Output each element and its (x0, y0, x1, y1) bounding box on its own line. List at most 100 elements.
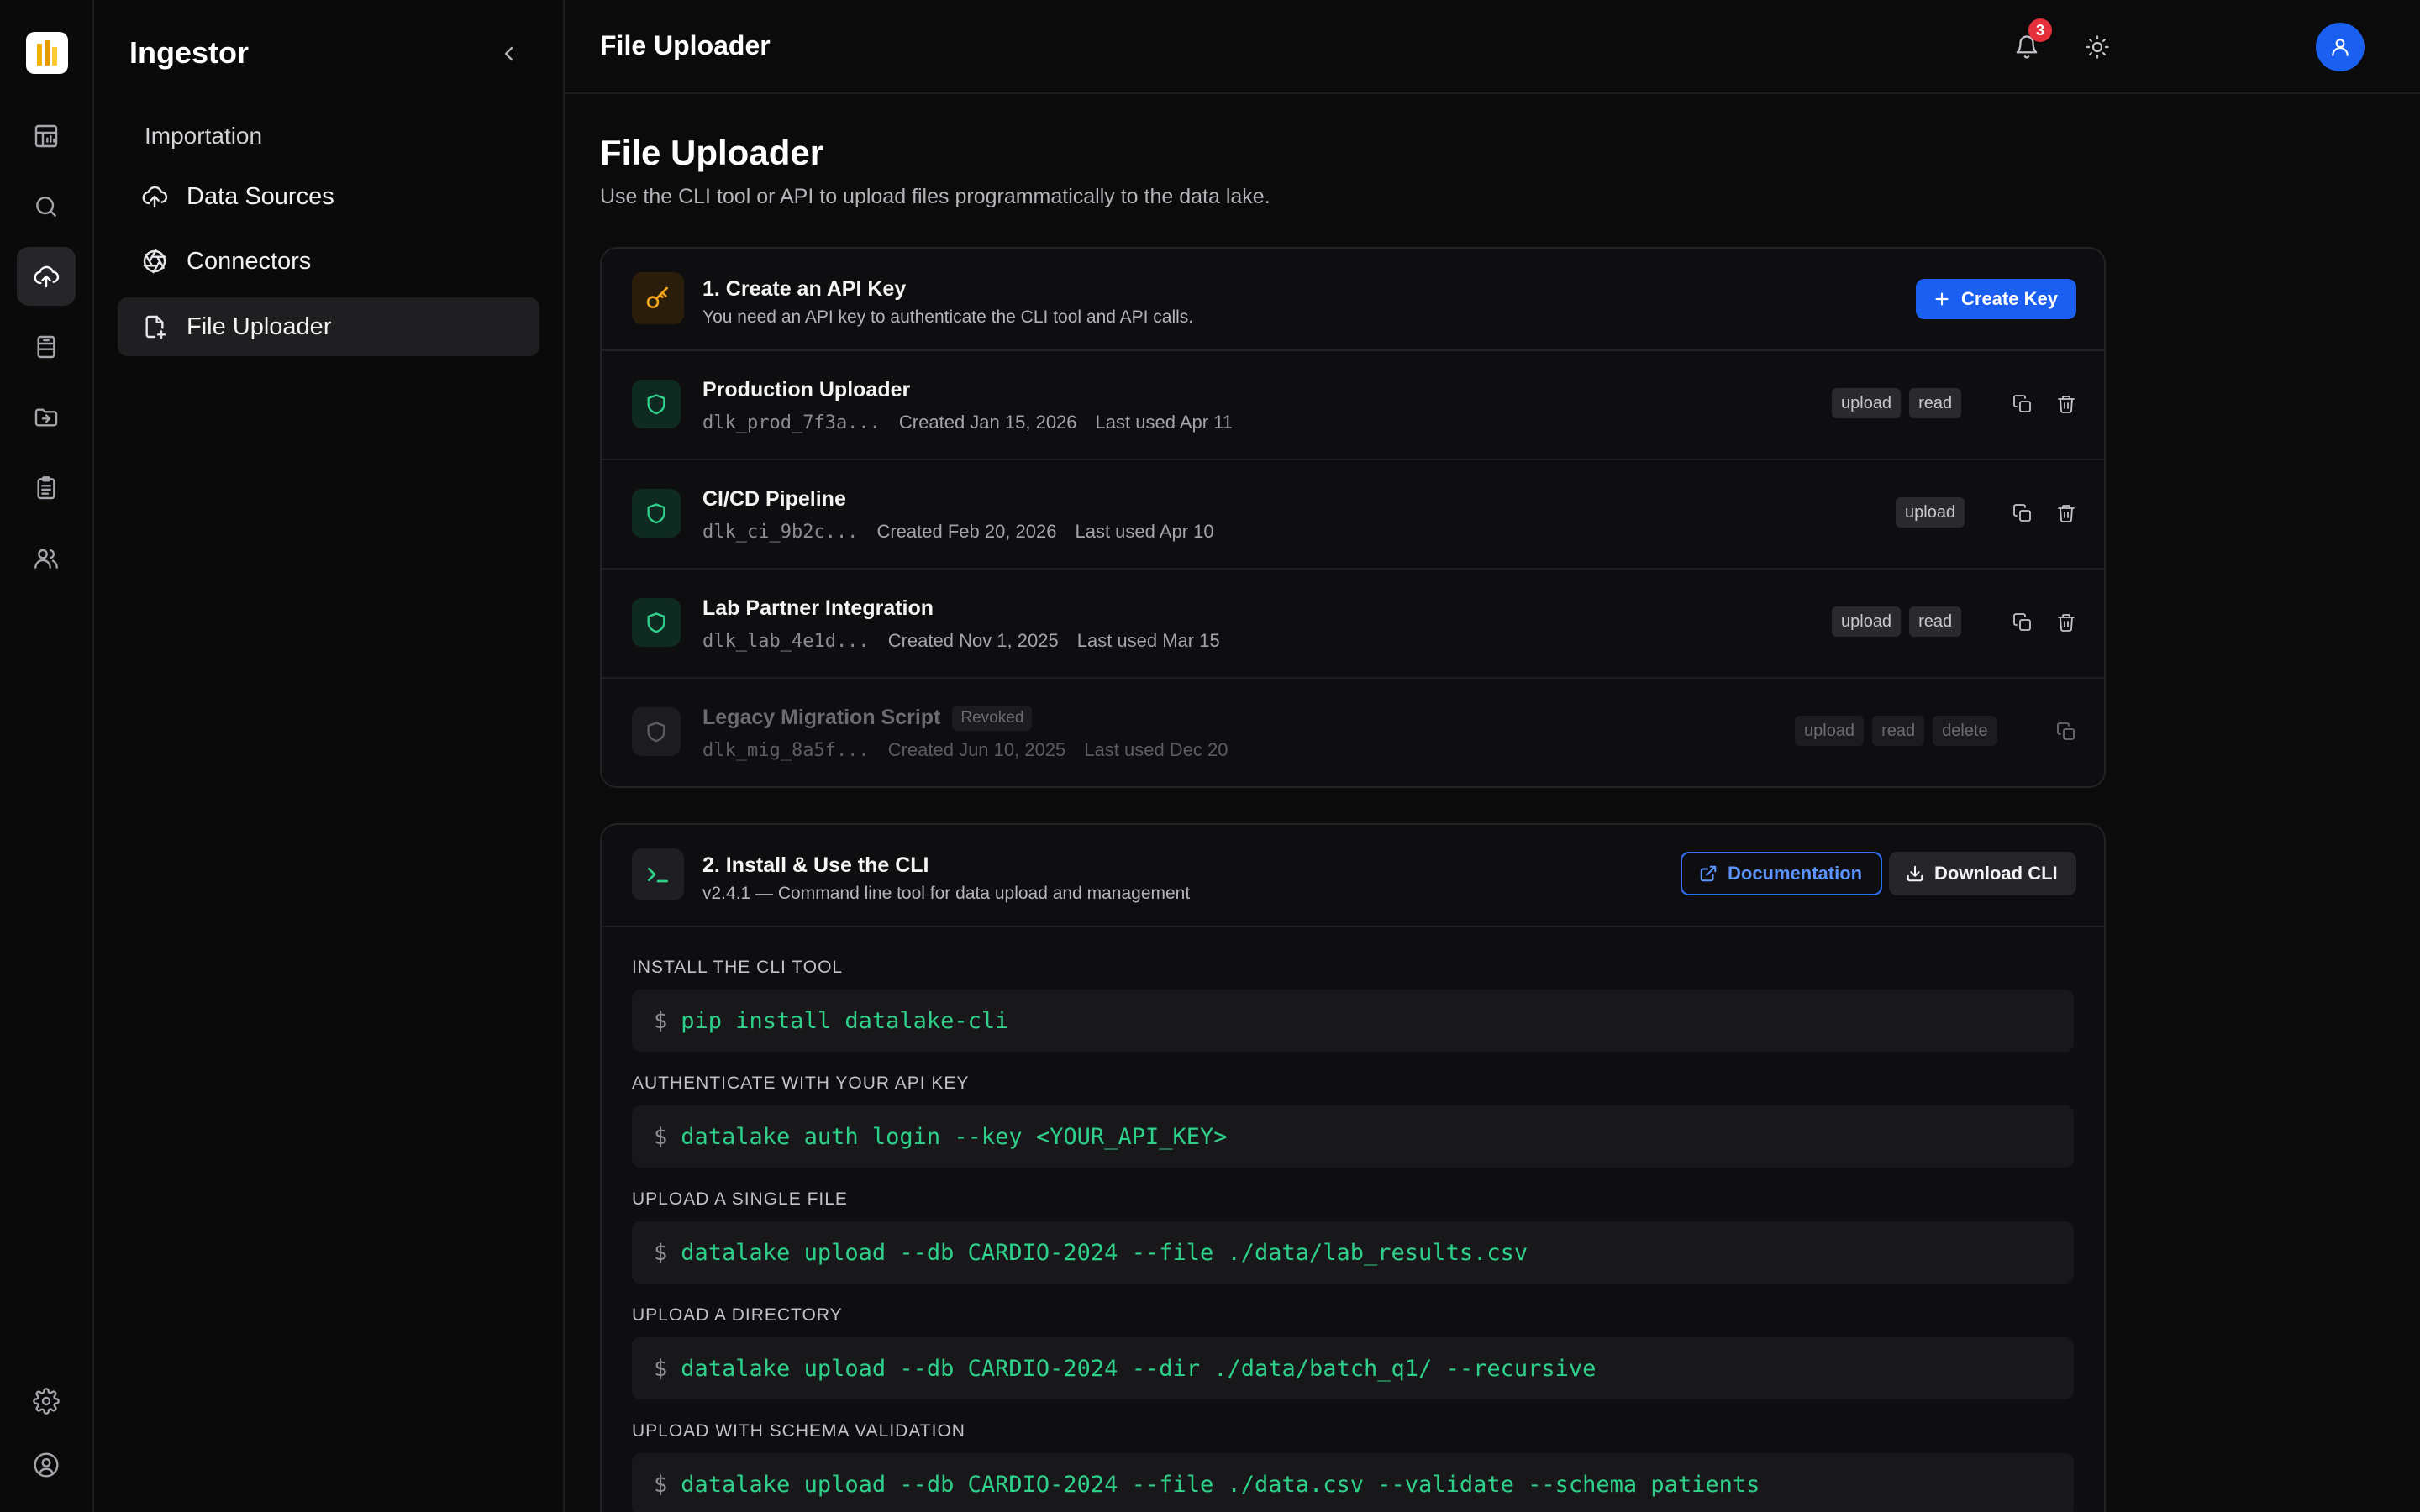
cli-command-text: datalake upload --db CARDIO-2024 --dir .… (681, 1355, 1597, 1382)
delete-key-button[interactable] (2052, 499, 2081, 528)
search-icon (36, 197, 56, 217)
cli-command-block[interactable]: $ datalake auth login --key <YOUR_API_KEY… (632, 1105, 2074, 1168)
api-key-prefix: dlk_mig_8a5f... (702, 740, 870, 761)
copy-key-button[interactable] (2008, 608, 2037, 637)
cli-step-label: AUTHENTICATE WITH YOUR API KEY (632, 1074, 970, 1093)
page-title: File Uploader (600, 133, 824, 172)
copy-key-button[interactable] (2008, 499, 2037, 528)
delete-key-button[interactable] (2052, 390, 2081, 418)
sidebar-item-label: Connectors (187, 247, 312, 275)
cli-command-block[interactable]: $ datalake upload --db CARDIO-2024 --file… (632, 1453, 2074, 1512)
api-key-card-header: 1. Create an API Key You need an API key… (602, 249, 2104, 351)
api-key-name: Legacy Migration Script Revoked (702, 706, 1033, 731)
notification-count-badge: 3 (2028, 18, 2052, 42)
cli-command-block[interactable]: $ pip install datalake-cli (632, 990, 2074, 1052)
delete-key-button[interactable] (2052, 608, 2081, 637)
cli-step-label: UPLOAD WITH SCHEMA VALIDATION (632, 1421, 965, 1441)
sidebar-section-label: Importation (145, 123, 263, 149)
shield-icon-container (632, 707, 681, 756)
revoked-badge: Revoked (952, 706, 1033, 731)
api-key-meta: dlk_prod_7f3a... Created Jan 15, 2026 Last… (702, 412, 1233, 433)
theme-toggle-button[interactable] (2077, 27, 2118, 67)
app-logo[interactable] (26, 32, 68, 74)
create-key-button[interactable]: Create Key (1916, 279, 2076, 319)
cli-step-label: UPLOAD A SINGLE FILE (632, 1189, 848, 1209)
app-root: Ingestor Importation Data Sources Connec… (0, 0, 2420, 1512)
documentation-label: Documentation (1728, 863, 1863, 884)
user-avatar-button[interactable] (2316, 23, 2365, 71)
api-key-created: Created Feb 20, 2026 (876, 521, 1057, 542)
file-plus-icon (145, 315, 166, 339)
sun-icon (2086, 35, 2109, 59)
api-key-created: Created Jan 15, 2026 (898, 412, 1077, 433)
rail-folder-button[interactable] (17, 388, 76, 447)
prompt-symbol: $ (654, 1471, 668, 1498)
rail-import-button[interactable] (17, 247, 76, 306)
key-icon-container (632, 272, 684, 324)
api-key-scopes: upload read delete (1795, 716, 1997, 746)
user-icon (2332, 39, 2349, 56)
rail-dashboard-button[interactable] (17, 107, 76, 165)
download-cli-label: Download CLI (1934, 863, 2058, 884)
rail-users-button[interactable] (17, 529, 76, 588)
plus-icon (1935, 292, 1949, 306)
prompt-symbol: $ (654, 1239, 668, 1266)
shield-icon (647, 503, 666, 524)
cli-command-block[interactable]: $ datalake upload --db CARDIO-2024 --dir … (632, 1337, 2074, 1399)
documentation-button[interactable]: Documentation (1681, 852, 1883, 895)
folder-import-icon (34, 408, 58, 427)
api-key-last-used: Last used Apr 10 (1075, 521, 1214, 542)
api-key-name: Production Uploader (702, 378, 911, 402)
api-key-last-used: Last used Apr 11 (1095, 412, 1234, 433)
api-key-last-used: Last used Mar 15 (1076, 630, 1220, 651)
trash-icon (2058, 396, 2075, 413)
cli-card-description: v2.4.1 — Command line tool for data uplo… (702, 884, 1191, 903)
download-icon (1907, 865, 1923, 882)
rail-archive-button[interactable] (17, 318, 76, 376)
scope-tag: read (1909, 606, 1962, 637)
copy-key-button[interactable] (2008, 390, 2037, 418)
api-key-card-title: 1. Create an API Key (702, 277, 907, 301)
shield-icon-container (632, 489, 681, 538)
sidebar-item-connectors[interactable]: Connectors (118, 232, 539, 291)
api-key-card: 1. Create an API Key You need an API key… (600, 247, 2106, 788)
api-key-card-description: You need an API key to authenticate the … (702, 307, 1194, 327)
key-icon (646, 286, 668, 308)
collapse-sidebar-button[interactable] (492, 37, 526, 71)
api-key-name-text: Legacy Migration Script (702, 706, 941, 729)
scope-tag: upload (1832, 388, 1902, 418)
gear-icon (33, 1388, 60, 1415)
table-chart-icon (34, 124, 58, 148)
cli-step-label: UPLOAD A DIRECTORY (632, 1305, 843, 1325)
api-key-prefix: dlk_prod_7f3a... (702, 412, 881, 433)
shield-icon (647, 612, 666, 633)
sidebar-item-file-uploader[interactable]: File Uploader (118, 297, 539, 356)
scope-tag: read (1909, 388, 1962, 418)
clipboard-icon (37, 476, 55, 500)
copy-key-button[interactable] (2052, 717, 2081, 746)
rail-profile-button[interactable] (17, 1436, 76, 1494)
api-key-meta: dlk_mig_8a5f... Created Jun 10, 2025 Last … (702, 739, 1228, 761)
rail-clipboard-button[interactable] (17, 459, 76, 517)
api-key-row: Lab Partner Integration dlk_lab_4e1d... C… (602, 570, 2104, 679)
notifications-button[interactable]: 3 (2007, 18, 2052, 67)
user-circle-icon (34, 1452, 59, 1478)
api-key-row: Production Uploader dlk_prod_7f3a... Crea… (602, 351, 2104, 460)
topbar-title: File Uploader (600, 30, 771, 60)
sidebar-item-data-sources[interactable]: Data Sources (118, 167, 539, 226)
sidebar-item-label: File Uploader (187, 312, 332, 340)
cli-steps: INSTALL THE CLI TOOL $ pip install datala… (602, 927, 2104, 1512)
scope-tag: upload (1896, 497, 1965, 528)
cli-card: 2. Install & Use the CLI v2.4.1 — Comman… (600, 823, 2106, 1512)
cli-step-label: INSTALL THE CLI TOOL (632, 958, 844, 977)
cli-command-block[interactable]: $ datalake upload --db CARDIO-2024 --file… (632, 1221, 2074, 1284)
trash-icon (2058, 505, 2075, 522)
scope-tag: upload (1795, 716, 1865, 746)
sidebar: Ingestor Importation Data Sources Connec… (94, 0, 565, 1512)
rail-search-button[interactable] (17, 177, 76, 236)
icon-rail (0, 0, 94, 1512)
download-cli-button[interactable]: Download CLI (1889, 852, 2076, 895)
rail-settings-button[interactable] (17, 1372, 76, 1431)
chevron-left-icon (504, 46, 513, 61)
shield-icon (647, 394, 666, 415)
